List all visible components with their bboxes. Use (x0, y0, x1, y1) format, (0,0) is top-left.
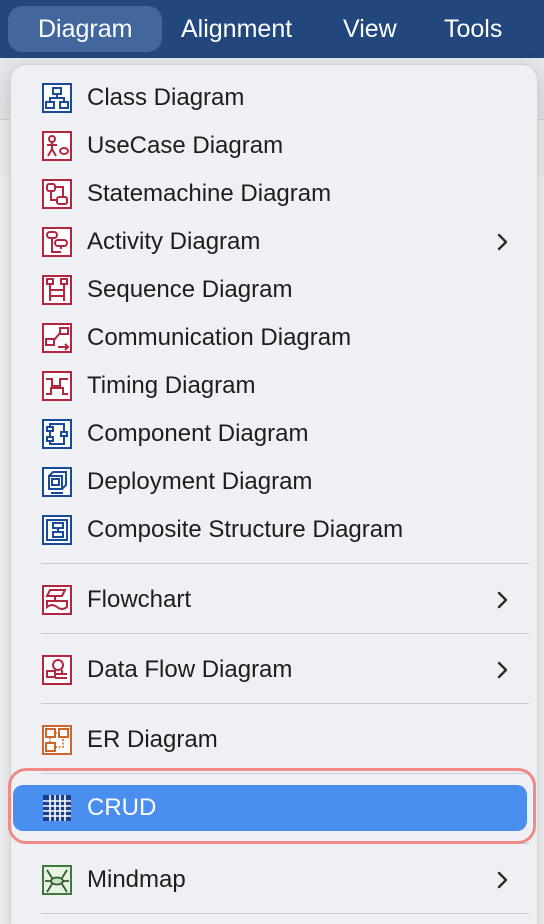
menu-item-label: UseCase Diagram (87, 132, 284, 159)
chevron-right-icon (497, 661, 508, 679)
sequence-diagram-icon (42, 275, 72, 305)
focus-ring (8, 768, 536, 844)
menu-separator (41, 563, 529, 564)
menu-item-label: Sequence Diagram (87, 276, 293, 303)
menu-item-label: Data Flow Diagram (87, 656, 293, 683)
menu-item-communication-diagram[interactable]: Communication Diagram (41, 315, 529, 361)
statemachine-diagram-icon (42, 179, 72, 209)
menu-item-label: Class Diagram (87, 84, 245, 111)
menubar-alignment[interactable]: Alignment (181, 6, 292, 52)
menu-item-label: Flowchart (87, 586, 192, 613)
menu-separator (41, 913, 529, 914)
chevron-right-icon (497, 591, 508, 609)
menu-item-class-diagram[interactable]: Class Diagram (41, 75, 529, 121)
menubar-tools[interactable]: Tools (444, 6, 502, 52)
menu-item-label: ER Diagram (87, 726, 218, 753)
menubar-view[interactable]: View (343, 6, 397, 52)
chevron-right-icon (497, 871, 508, 889)
menu-item-er-diagram[interactable]: ER Diagram (41, 717, 529, 763)
menu-item-data-flow-diagram[interactable]: Data Flow Diagram (41, 647, 529, 693)
menu-item-label: Communication Diagram (87, 324, 352, 351)
menu-separator (41, 703, 529, 704)
menu-item-label: Component Diagram (87, 420, 309, 447)
menu-item-label: Activity Diagram (87, 228, 261, 255)
composite-structure-diagram-icon (42, 515, 72, 545)
menu-item-flowchart[interactable]: Flowchart (41, 577, 529, 623)
menu-item-label: Mindmap (87, 866, 186, 893)
menu-item-label: Statemachine Diagram (87, 180, 332, 207)
chevron-right-icon (497, 233, 508, 251)
menu-item-component-diagram[interactable]: Component Diagram (41, 411, 529, 457)
menu-item-label: Composite Structure Diagram (87, 516, 404, 543)
menubar: Diagram Alignment View Tools (0, 0, 544, 58)
menu-item-usecase-diagram[interactable]: UseCase Diagram (41, 123, 529, 169)
menubar-diagram[interactable]: Diagram (8, 6, 163, 52)
mindmap-icon (42, 865, 72, 895)
menu-item-timing-diagram[interactable]: Timing Diagram (41, 363, 529, 409)
class-diagram-icon (42, 83, 72, 113)
deployment-diagram-icon (42, 467, 72, 497)
activity-diagram-icon (42, 227, 72, 257)
menu-item-activity-diagram[interactable]: Activity Diagram (41, 219, 529, 265)
menu-item-composite-structure-diagram[interactable]: Composite Structure Diagram (41, 507, 529, 553)
menu-separator (41, 633, 529, 634)
flowchart-icon (42, 585, 72, 615)
menu-item-sequence-diagram[interactable]: Sequence Diagram (41, 267, 529, 313)
timing-diagram-icon (42, 371, 72, 401)
menu-item-label: Deployment Diagram (87, 468, 313, 495)
menu-item-mindmap[interactable]: Mindmap (41, 857, 529, 903)
data-flow-diagram-icon (42, 655, 72, 685)
er-diagram-icon (42, 725, 72, 755)
menu-item-deployment-diagram[interactable]: Deployment Diagram (41, 459, 529, 505)
component-diagram-icon (42, 419, 72, 449)
usecase-diagram-icon (42, 131, 72, 161)
menu-item-label: Timing Diagram (87, 372, 256, 399)
communication-diagram-icon (42, 323, 72, 353)
menu-item-statemachine-diagram[interactable]: Statemachine Diagram (41, 171, 529, 217)
